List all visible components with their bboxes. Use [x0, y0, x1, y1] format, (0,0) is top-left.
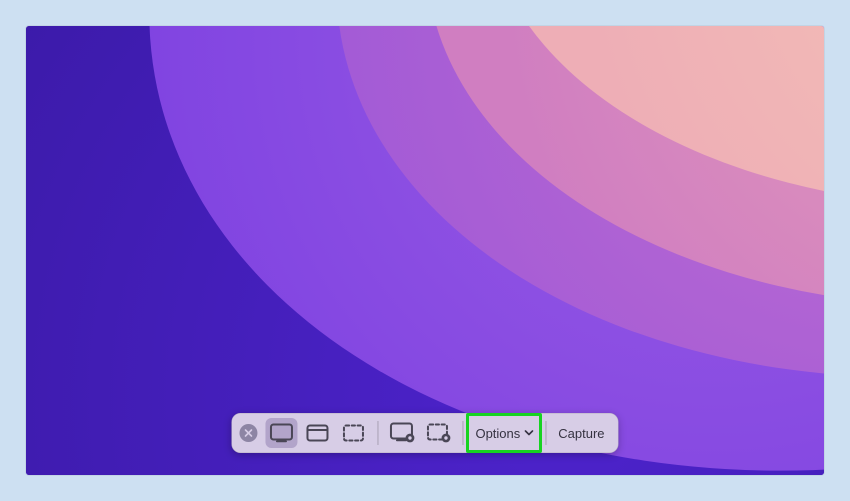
capture-selection-button[interactable]	[337, 418, 369, 448]
capture-button[interactable]: Capture	[554, 418, 608, 448]
toolbar-divider	[462, 421, 463, 445]
close-button[interactable]	[239, 424, 257, 442]
toolbar-divider	[545, 421, 546, 445]
capture-entire-screen-button[interactable]	[265, 418, 297, 448]
desktop-wallpaper: Options Capture	[26, 26, 824, 475]
capture-selection-icon	[341, 423, 365, 443]
options-label: Options	[475, 426, 520, 441]
close-icon	[243, 428, 253, 438]
record-entire-screen-icon	[389, 422, 415, 444]
capture-entire-screen-icon	[269, 423, 293, 443]
capture-window-button[interactable]	[301, 418, 333, 448]
chevron-down-icon	[524, 430, 533, 436]
record-entire-screen-button[interactable]	[386, 418, 418, 448]
record-selection-button[interactable]	[422, 418, 454, 448]
capture-window-icon	[305, 423, 329, 443]
capture-label: Capture	[558, 426, 604, 441]
toolbar-divider	[377, 421, 378, 445]
screenshot-toolbar: Options Capture	[231, 413, 618, 453]
record-selection-icon	[425, 422, 451, 444]
options-button[interactable]: Options	[471, 418, 537, 448]
